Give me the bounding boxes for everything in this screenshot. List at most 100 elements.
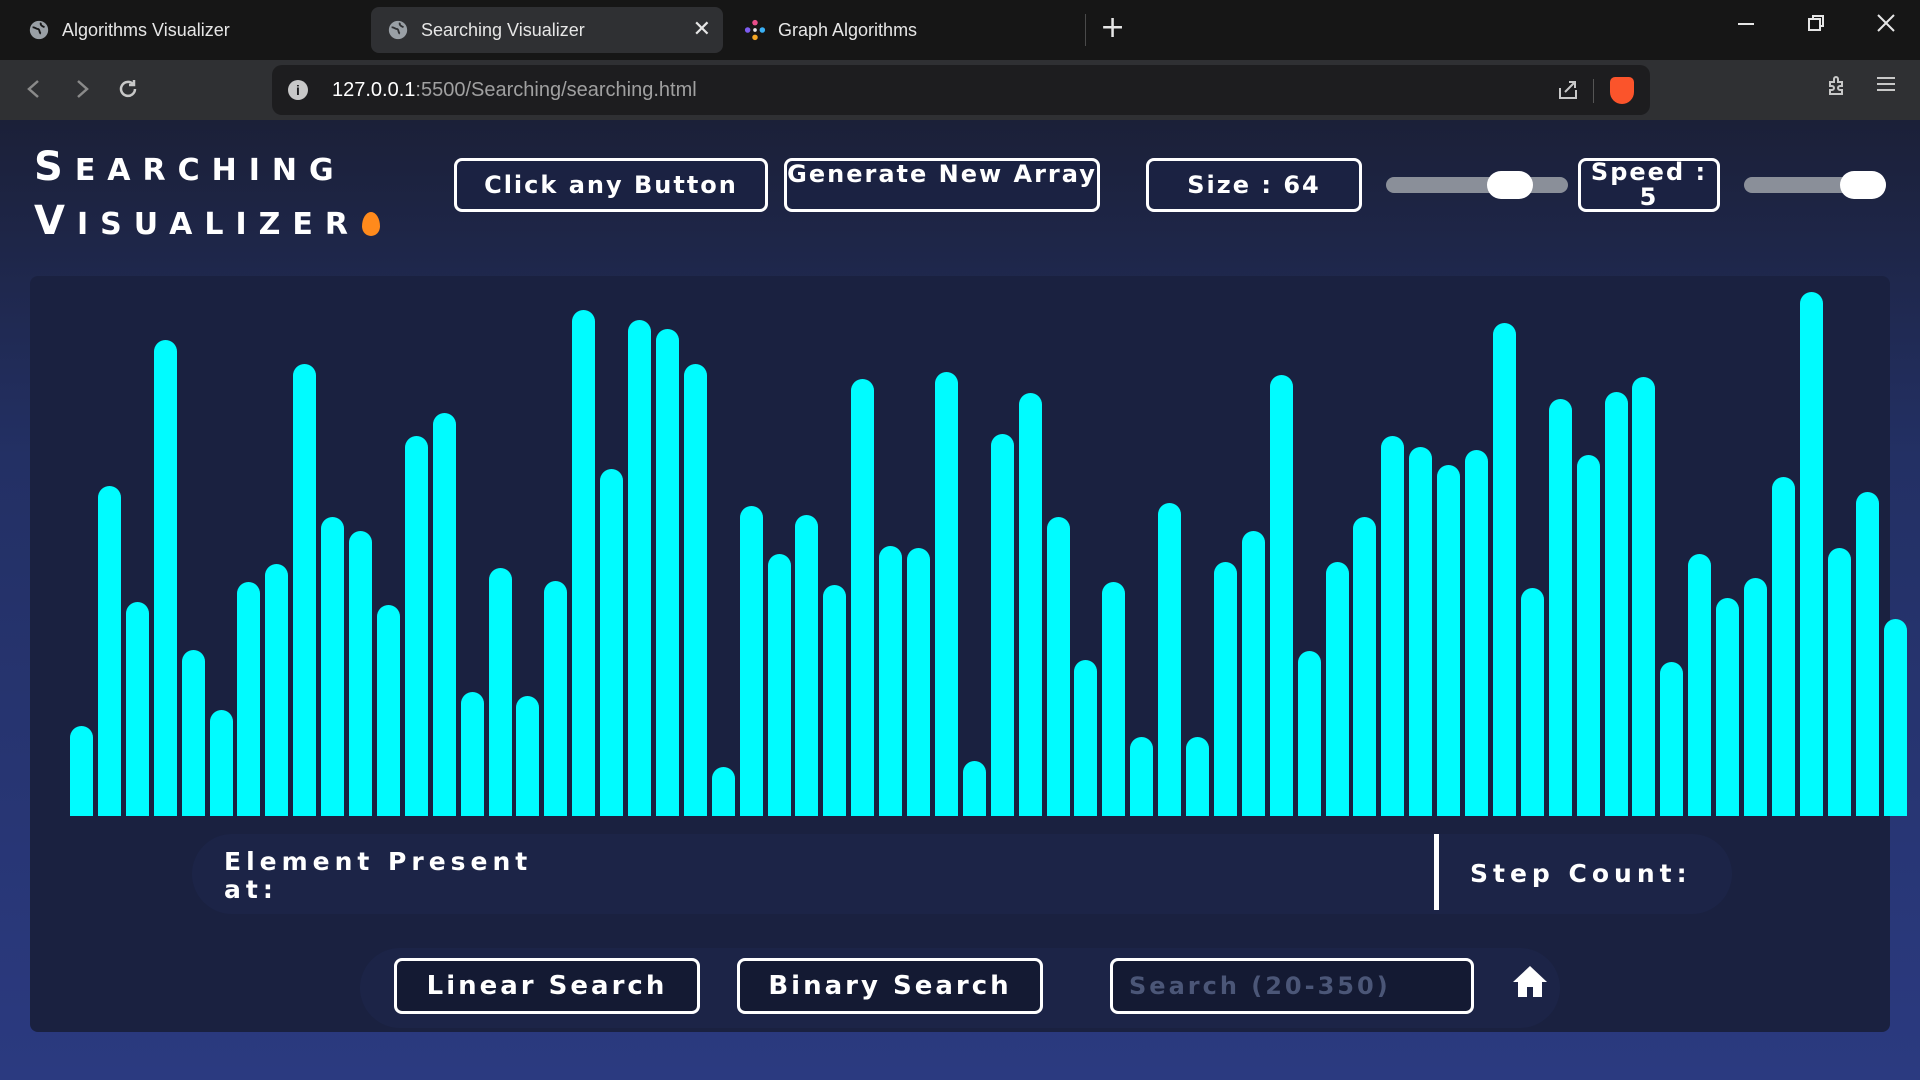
- array-bar: [153, 340, 177, 816]
- array-bar: [1130, 737, 1154, 816]
- size-slider[interactable]: [1386, 171, 1568, 199]
- result-divider: [1434, 834, 1439, 910]
- array-bar: [739, 506, 763, 816]
- array-bar: [349, 531, 372, 816]
- search-value-input[interactable]: [1110, 958, 1474, 1014]
- speed-slider[interactable]: [1744, 171, 1886, 199]
- size-slider-knob[interactable]: [1487, 171, 1533, 199]
- array-bar: [795, 515, 819, 816]
- step-count-label: Step Count:: [1470, 859, 1692, 888]
- array-bar: [181, 650, 205, 816]
- array-bar: [1492, 323, 1516, 816]
- speed-label: Speed : 5: [1578, 158, 1720, 212]
- logo-line-searching: SEARCHING: [34, 144, 346, 190]
- extensions-icon[interactable]: [1825, 74, 1849, 98]
- search-controls: Linear Search Binary Search: [360, 948, 1560, 1028]
- array-bar: [1548, 399, 1572, 816]
- array-bar: [711, 767, 735, 816]
- tab-separator: [1085, 14, 1086, 46]
- array-bar: [1046, 517, 1070, 816]
- address-bar[interactable]: i 127.0.0.1:5500/Searching/searching.htm…: [272, 65, 1650, 115]
- array-bar: [1716, 598, 1740, 816]
- array-bar: [1213, 562, 1237, 816]
- array-bar: [1744, 578, 1767, 816]
- array-bar: [488, 568, 512, 816]
- array-bar: [1102, 582, 1126, 816]
- array-bar: [1269, 375, 1293, 816]
- minimize-icon[interactable]: [1736, 14, 1756, 34]
- array-bar: [1632, 377, 1656, 816]
- array-bar: [1660, 662, 1684, 816]
- url-host: 127.0.0.1: [332, 78, 416, 101]
- array-bar: [1409, 447, 1433, 816]
- array-bar: [1241, 531, 1265, 816]
- array-bar: [1018, 393, 1042, 816]
- array-bar: [655, 329, 679, 816]
- array-bar: [321, 517, 345, 816]
- page-content: SEARCHING VISUALIZER Click any Button Ge…: [0, 120, 1920, 1080]
- array-bar: [1381, 436, 1405, 816]
- reload-icon[interactable]: [116, 77, 140, 101]
- generate-array-button[interactable]: Generate New Array: [784, 158, 1100, 212]
- array-bar: [823, 585, 847, 816]
- array-bar: [1883, 619, 1907, 816]
- array-bar: [934, 372, 958, 816]
- tab-searching-visualizer[interactable]: Searching Visualizer ✕: [371, 7, 723, 53]
- array-bar: [432, 413, 456, 816]
- close-tab-icon[interactable]: ✕: [693, 16, 711, 42]
- array-bar: [1576, 455, 1600, 816]
- array-bar: [907, 548, 930, 816]
- array-bar: [1074, 660, 1098, 816]
- binary-search-button[interactable]: Binary Search: [737, 958, 1043, 1014]
- globe-icon: [29, 20, 49, 40]
- tab-title: Graph Algorithms: [778, 19, 918, 40]
- array-bar: [1771, 477, 1795, 816]
- home-icon[interactable]: [1510, 962, 1550, 1002]
- restore-icon[interactable]: [1806, 13, 1826, 33]
- tab-graph-algorithms[interactable]: Graph Algorithms: [728, 7, 1078, 53]
- tab-algorithms-visualizer[interactable]: Algorithms Visualizer: [12, 7, 362, 53]
- back-arrow-icon[interactable]: [24, 78, 44, 100]
- array-bar: [767, 554, 791, 816]
- brave-shields-icon[interactable]: [1610, 77, 1634, 104]
- array-bar: [1799, 292, 1823, 816]
- status-button[interactable]: Click any Button: [454, 158, 768, 212]
- array-bar: [516, 696, 540, 816]
- forward-arrow-icon[interactable]: [72, 78, 92, 100]
- url-path: :5500/Searching/searching.html: [415, 78, 697, 101]
- share-icon[interactable]: [1556, 78, 1580, 102]
- close-window-icon[interactable]: [1875, 12, 1897, 34]
- flame-icon: [362, 212, 381, 236]
- result-strip: Element Present at: Step Count:: [192, 834, 1732, 914]
- hamburger-menu-icon[interactable]: [1874, 72, 1898, 96]
- array-bar: [97, 486, 121, 816]
- logo-line-visualizer: VISUALIZER: [34, 196, 381, 250]
- array-bar: [851, 379, 875, 816]
- array-bar: [1855, 492, 1879, 816]
- array-bar: [628, 320, 651, 816]
- array-bar: [544, 581, 568, 816]
- tab-title: Algorithms Visualizer: [62, 19, 230, 40]
- array-bar: [1604, 392, 1628, 816]
- array-bar: [879, 546, 903, 816]
- browser-toolbar: i 127.0.0.1:5500/Searching/searching.htm…: [0, 60, 1920, 120]
- array-bar: [1186, 737, 1209, 816]
- array-bar: [293, 364, 317, 816]
- tab-title: Searching Visualizer: [421, 19, 585, 40]
- globe-icon: [388, 20, 408, 40]
- speed-slider-knob[interactable]: [1840, 171, 1886, 199]
- site-info-icon[interactable]: i: [288, 80, 308, 100]
- array-bar: [1688, 554, 1712, 816]
- array-bar: [600, 469, 624, 816]
- array-bar: [376, 605, 400, 816]
- array-bar: [1437, 465, 1461, 816]
- array-bar: [962, 761, 986, 816]
- linear-search-button[interactable]: Linear Search: [394, 958, 700, 1014]
- browser-tab-bar: Algorithms Visualizer Searching Visualiz…: [0, 0, 1920, 60]
- array-bar: [404, 436, 428, 816]
- graph-app-icon: [744, 19, 766, 41]
- array-bar: [125, 602, 149, 816]
- new-tab-button[interactable]: +: [1100, 10, 1125, 45]
- element-present-label: Element Present at:: [224, 847, 533, 904]
- array-bar: [683, 364, 707, 816]
